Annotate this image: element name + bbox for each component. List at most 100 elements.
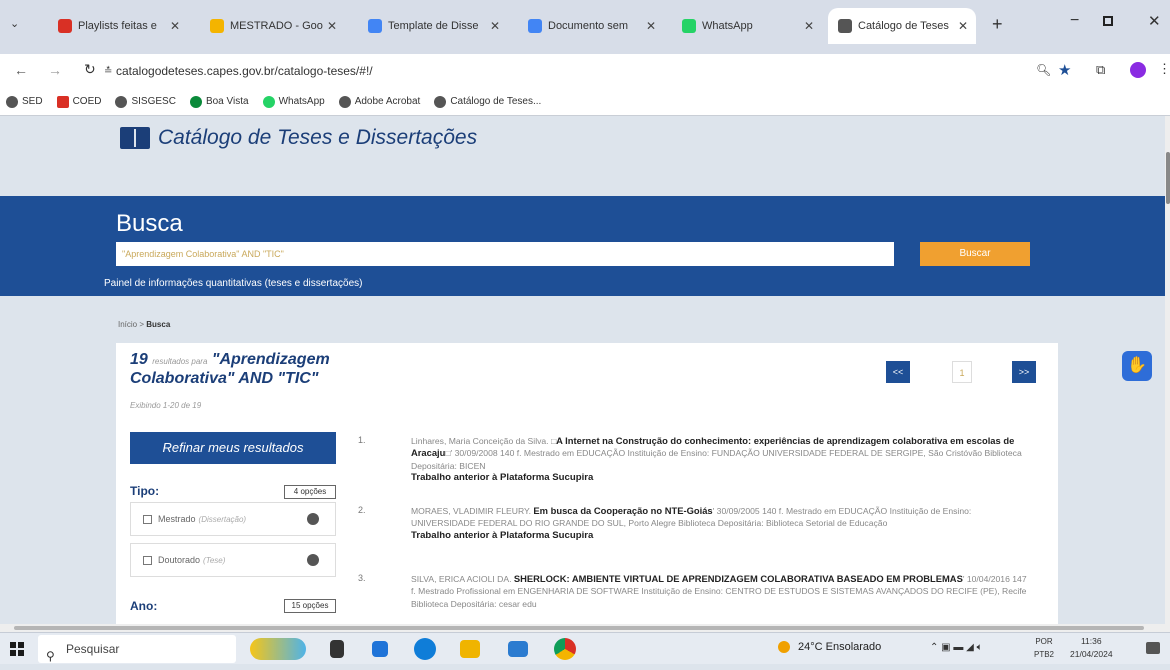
browser-tab[interactable]: Catálogo de Teses ✕ [828,8,976,44]
reload-icon[interactable]: ↻ [84,61,96,78]
browser-tab[interactable]: Template de Disse ✕ [358,8,508,44]
bookmark-label: Boa Vista [205,96,249,107]
tab-favicon-icon [58,19,72,33]
store-icon[interactable] [372,641,388,657]
notification-icon[interactable] [1146,642,1160,654]
tab-label: WhatsApp [702,20,753,32]
back-icon[interactable]: ← [14,62,28,78]
accessibility-button[interactable]: ✋ [1122,351,1152,381]
edge-icon[interactable] [414,638,436,660]
facet-ano-count[interactable]: 15 opções [284,599,336,613]
entry-author: Linhares, Maria Conceição da Silva. □ [411,436,557,446]
tab-favicon-icon [528,19,542,33]
bookmark-adobe[interactable]: Adobe Acrobat [338,95,420,108]
widget-icon[interactable] [250,638,306,660]
bookmark-coed[interactable]: COED [56,95,101,108]
tab-close-icon[interactable]: ✕ [170,19,180,33]
weather-widget[interactable]: 24°C Ensolarado [778,641,881,653]
bookmark-boa-vista[interactable]: Boa Vista [189,95,249,108]
mail-icon[interactable] [508,641,528,657]
address-bar-row: ← → ↻ ≛ catalogodeteses.capes.gov.br/cat… [0,54,1170,88]
system-tray[interactable]: ⌃ ▣ ▬ ◢ 🔈︎ [930,642,983,653]
close-window-button[interactable]: ✕ [1148,12,1161,30]
browser-tab[interactable]: MESTRADO - Goo ✕ [200,8,345,44]
menu-icon[interactable]: ⋮ [1158,61,1170,77]
facet-option-mestrado[interactable]: Mestrado (Dissertação) [130,502,336,536]
facet-tipo-count[interactable]: 4 opções [284,485,336,499]
windows-start-icon[interactable] [10,642,24,656]
tab-favicon-icon [838,19,852,33]
tab-label: Template de Disse [388,20,479,32]
vertical-scroll-thumb[interactable] [1166,152,1170,204]
info-icon[interactable] [307,513,319,525]
clock[interactable]: 11:36 21/04/2024 [1070,635,1113,661]
browser-tab[interactable]: Playlists feitas e ✕ [48,8,188,44]
checkbox[interactable] [143,514,152,524]
pager-first-button[interactable]: << [886,361,910,383]
bookmark-sisgesc[interactable]: SISGESC [115,95,176,108]
pager-page-number[interactable]: 1 [952,361,972,383]
profile-avatar[interactable] [1130,62,1146,78]
breadcrumb-separator: > [137,320,147,329]
info-icon[interactable] [307,554,319,566]
tab-label: MESTRADO - Goo [230,20,323,32]
result-entry[interactable]: MORAES, VLADIMIR FLEURY. Em busca da Coo… [411,505,1031,542]
facet-option-sub: (Tese) [203,555,226,565]
site-header[interactable]: Catálogo de Teses e Dissertações [120,126,477,150]
minimize-button[interactable]: − [1070,12,1079,30]
tab-close-icon[interactable]: ✕ [804,19,814,33]
results-panel: 19 resultados para "Aprendizagem Colabor… [116,343,1058,624]
globe-icon [338,95,351,108]
bookmark-whatsapp[interactable]: WhatsApp [262,95,325,108]
facet-option-label: Doutorado [158,555,201,565]
tab-close-icon[interactable]: ✕ [327,19,337,33]
entry-note: Trabalho anterior à Plataforma Sucupira [411,529,594,541]
search-input[interactable]: "Aprendizagem Colaborativa" AND "TIC" [116,242,894,266]
globe-icon [434,95,447,108]
facet-option-doutorado[interactable]: Doutorado (Tese) [130,543,336,577]
forward-icon[interactable]: → [48,62,62,78]
horizontal-scroll-thumb[interactable] [14,626,1144,630]
pager-last-button[interactable]: >> [1012,361,1036,383]
coed-icon [56,95,69,108]
clock-time: 11:36 [1080,636,1102,646]
task-view-icon[interactable] [330,640,344,658]
tab-favicon-icon [368,19,382,33]
result-entry[interactable]: Linhares, Maria Conceição da Silva. □A I… [411,435,1031,485]
bookmark-catalogo[interactable]: Catálogo de Teses... [434,95,541,108]
browser-tab[interactable]: Documento sem ✕ [518,8,664,44]
painel-link[interactable]: Painel de informações quantitativas (tes… [104,278,362,289]
search-button[interactable]: Buscar [920,242,1030,266]
refine-results-button[interactable]: Refinar meus resultados [130,432,336,464]
browser-tab-strip: ⌄ Playlists feitas e ✕ MESTRADO - Goo ✕ Temp… [0,0,1170,54]
tab-close-icon[interactable]: ✕ [490,19,500,33]
maximize-button[interactable] [1103,16,1113,26]
tab-close-icon[interactable]: ✕ [958,19,968,33]
tab-close-icon[interactable]: ✕ [646,19,656,33]
entry-title[interactable]: Em busca da Cooperação no NTE-Goiás [533,505,712,516]
site-info-icon[interactable]: ≛ [104,66,112,77]
breadcrumb-home[interactable]: Início [118,320,137,329]
zoom-icon[interactable]: 🔍︎ [1036,63,1051,77]
entry-author: MORAES, VLADIMIR FLEURY. [411,506,532,516]
entry-number: 2. [358,505,366,515]
file-explorer-icon[interactable] [460,640,480,658]
tab-label: Playlists feitas e [78,20,157,32]
entry-title[interactable]: SHERLOCK: AMBIENTE VIRTUAL DE APRENDIZAG… [514,573,963,584]
browser-tab[interactable]: WhatsApp ✕ [672,8,822,44]
bookmark-label: SED [22,96,43,107]
language-indicator[interactable]: POR PTB2 [1034,635,1054,661]
url-input[interactable]: catalogodeteses.capes.gov.br/catalogo-te… [116,60,1016,82]
result-entry[interactable]: SILVA, ERICA ACIOLI DA. SHERLOCK: AMBIEN… [411,573,1031,610]
checkbox[interactable] [143,555,152,565]
tab-search-icon[interactable]: ⌄ [10,17,19,30]
new-tab-button[interactable]: + [992,14,1003,35]
bookmark-sed[interactable]: SED [6,95,43,108]
extensions-icon[interactable]: ⧉ [1096,62,1105,78]
bookmark-star-icon[interactable]: ★ [1058,61,1071,79]
taskbar-search[interactable]: ⚲ Pesquisar [38,635,236,663]
lang-top: POR [1035,637,1053,646]
globe-icon [6,95,18,108]
tab-label: Documento sem [548,20,629,32]
chrome-icon[interactable] [554,638,576,660]
